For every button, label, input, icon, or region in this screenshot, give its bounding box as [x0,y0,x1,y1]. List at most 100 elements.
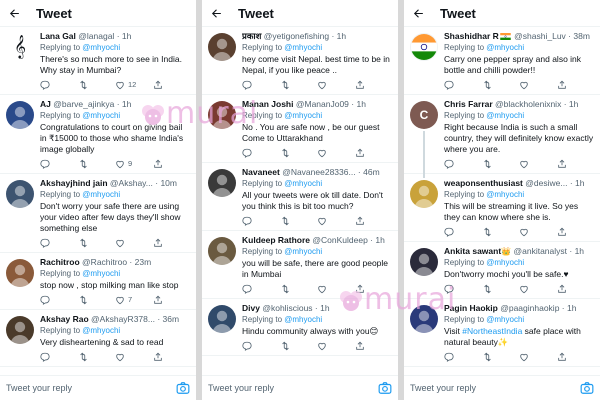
tweet-item[interactable]: प्रकाश @yetigonefishing · 1h Replying to … [202,27,398,95]
tweet-item[interactable]: Shashidhar R @shashi_Luv · 38m Replying t… [404,27,600,95]
reply-button[interactable] [444,80,482,90]
avatar[interactable] [410,180,438,208]
tweet-time[interactable]: 1h [569,99,578,109]
user-name[interactable]: Ankita sawant [444,246,501,256]
mention-link[interactable]: @mhyochi [284,179,322,188]
user-handle[interactable]: @MananJo09 [296,99,349,109]
retweet-button[interactable] [482,227,520,237]
user-handle[interactable]: @Akshay... [110,178,153,188]
share-button[interactable] [557,159,595,169]
reply-button[interactable] [242,284,280,294]
like-button[interactable] [519,284,557,294]
tweet-item[interactable]: Kuldeep Rathore @ConKuldeep · 1h Replying… [202,231,398,299]
tweet-item[interactable]: Divy @kohliscious · 1h Replying to @mhyoc… [202,299,398,356]
avatar[interactable] [208,237,236,265]
user-name[interactable]: Pagin Haokip [444,303,498,313]
tweet-time[interactable]: 10m [160,178,177,188]
tweet-item[interactable]: Pagin Haokip @paaginhaokip · 1h Replying … [404,299,600,367]
user-handle[interactable]: @shashi_Luv [514,31,566,41]
share-button[interactable] [557,80,595,90]
back-arrow-icon[interactable] [210,6,224,20]
retweet-button[interactable] [482,80,520,90]
user-name[interactable]: Rachitroo [40,257,80,267]
user-name[interactable]: Divy [242,303,260,313]
share-button[interactable] [153,295,191,305]
like-button[interactable]: 12 [115,80,153,90]
reply-button[interactable] [242,148,280,158]
tweet-time[interactable]: 1h [567,303,576,313]
avatar[interactable] [410,248,438,276]
user-name[interactable]: प्रकाश [242,31,261,41]
retweet-button[interactable] [78,159,116,169]
like-button[interactable] [519,80,557,90]
tweet-time[interactable]: 36m [163,314,180,324]
like-button[interactable] [519,227,557,237]
retweet-button[interactable] [482,159,520,169]
retweet-button[interactable] [280,341,318,351]
tweet-time[interactable]: 1h [122,99,131,109]
camera-icon[interactable] [580,381,594,395]
avatar[interactable] [208,169,236,197]
tweet-item[interactable]: 𝄞 Lana Gal @lanagal · 1h Replying to @mhyo… [0,27,196,95]
like-button[interactable]: 9 [115,159,153,169]
mention-link[interactable]: @mhyochi [82,326,120,335]
user-name[interactable]: Shashidhar R [444,31,499,41]
like-button[interactable] [317,284,355,294]
mention-link[interactable]: @mhyochi [486,111,524,120]
retweet-button[interactable] [78,295,116,305]
like-button[interactable] [115,352,153,362]
user-handle[interactable]: @desiwe... [525,178,567,188]
like-button[interactable] [317,341,355,351]
retweet-button[interactable] [78,238,116,248]
avatar[interactable] [6,101,34,129]
tweet-item[interactable]: AJ @barve_ajinkya · 1h Replying to @mhyoc… [0,95,196,174]
reply-button[interactable] [40,238,78,248]
reply-button[interactable] [242,216,280,226]
mention-link[interactable]: @mhyochi [486,258,524,267]
avatar[interactable] [208,101,236,129]
reply-button[interactable] [40,80,78,90]
mention-link[interactable]: @mhyochi [486,190,524,199]
user-name[interactable]: Lana Gal [40,31,76,41]
tweet-time[interactable]: 38m [573,31,590,41]
mention-link[interactable]: @mhyochi [82,190,120,199]
hashtag-link[interactable]: #NortheastIndia [462,326,522,336]
like-button[interactable] [519,159,557,169]
avatar[interactable]: C [410,101,438,129]
like-button[interactable] [115,238,153,248]
tweet-time[interactable]: 46m [363,167,380,177]
mention-link[interactable]: @mhyochi [82,43,120,52]
user-name[interactable]: Navaneet [242,167,280,177]
avatar[interactable] [410,33,438,61]
user-handle[interactable]: @yetigonefishing [264,31,329,41]
avatar[interactable] [410,305,438,333]
user-name[interactable]: Akshay Rao [40,314,89,324]
mention-link[interactable]: @mhyochi [82,269,120,278]
share-button[interactable] [557,284,595,294]
mention-link[interactable]: @mhyochi [82,111,120,120]
user-name[interactable]: Manan Joshi [242,99,293,109]
reply-button[interactable] [444,352,482,362]
tweet-time[interactable]: 1h [575,246,584,256]
share-button[interactable] [557,352,595,362]
user-handle[interactable]: @ConKuldeep [312,235,367,245]
mention-link[interactable]: @mhyochi [284,43,322,52]
user-name[interactable]: Akshayjhind jain [40,178,108,188]
user-name[interactable]: Kuldeep Rathore [242,235,310,245]
tweet-time[interactable]: 1h [337,31,346,41]
tweet-item[interactable]: Akshayjhind jain @Akshay... · 10m Replyin… [0,174,196,253]
retweet-button[interactable] [280,284,318,294]
tweet-time[interactable]: 1h [575,178,584,188]
share-button[interactable] [153,159,191,169]
like-button[interactable]: 7 [115,295,153,305]
tweet-time[interactable]: 1h [122,31,131,41]
user-name[interactable]: AJ [40,99,51,109]
share-button[interactable] [355,341,393,351]
share-button[interactable] [153,80,191,90]
reply-input[interactable] [410,383,580,393]
avatar[interactable] [6,180,34,208]
reply-button[interactable] [40,352,78,362]
like-button[interactable] [317,80,355,90]
tweet-time[interactable]: 1h [356,99,365,109]
reply-button[interactable] [242,80,280,90]
